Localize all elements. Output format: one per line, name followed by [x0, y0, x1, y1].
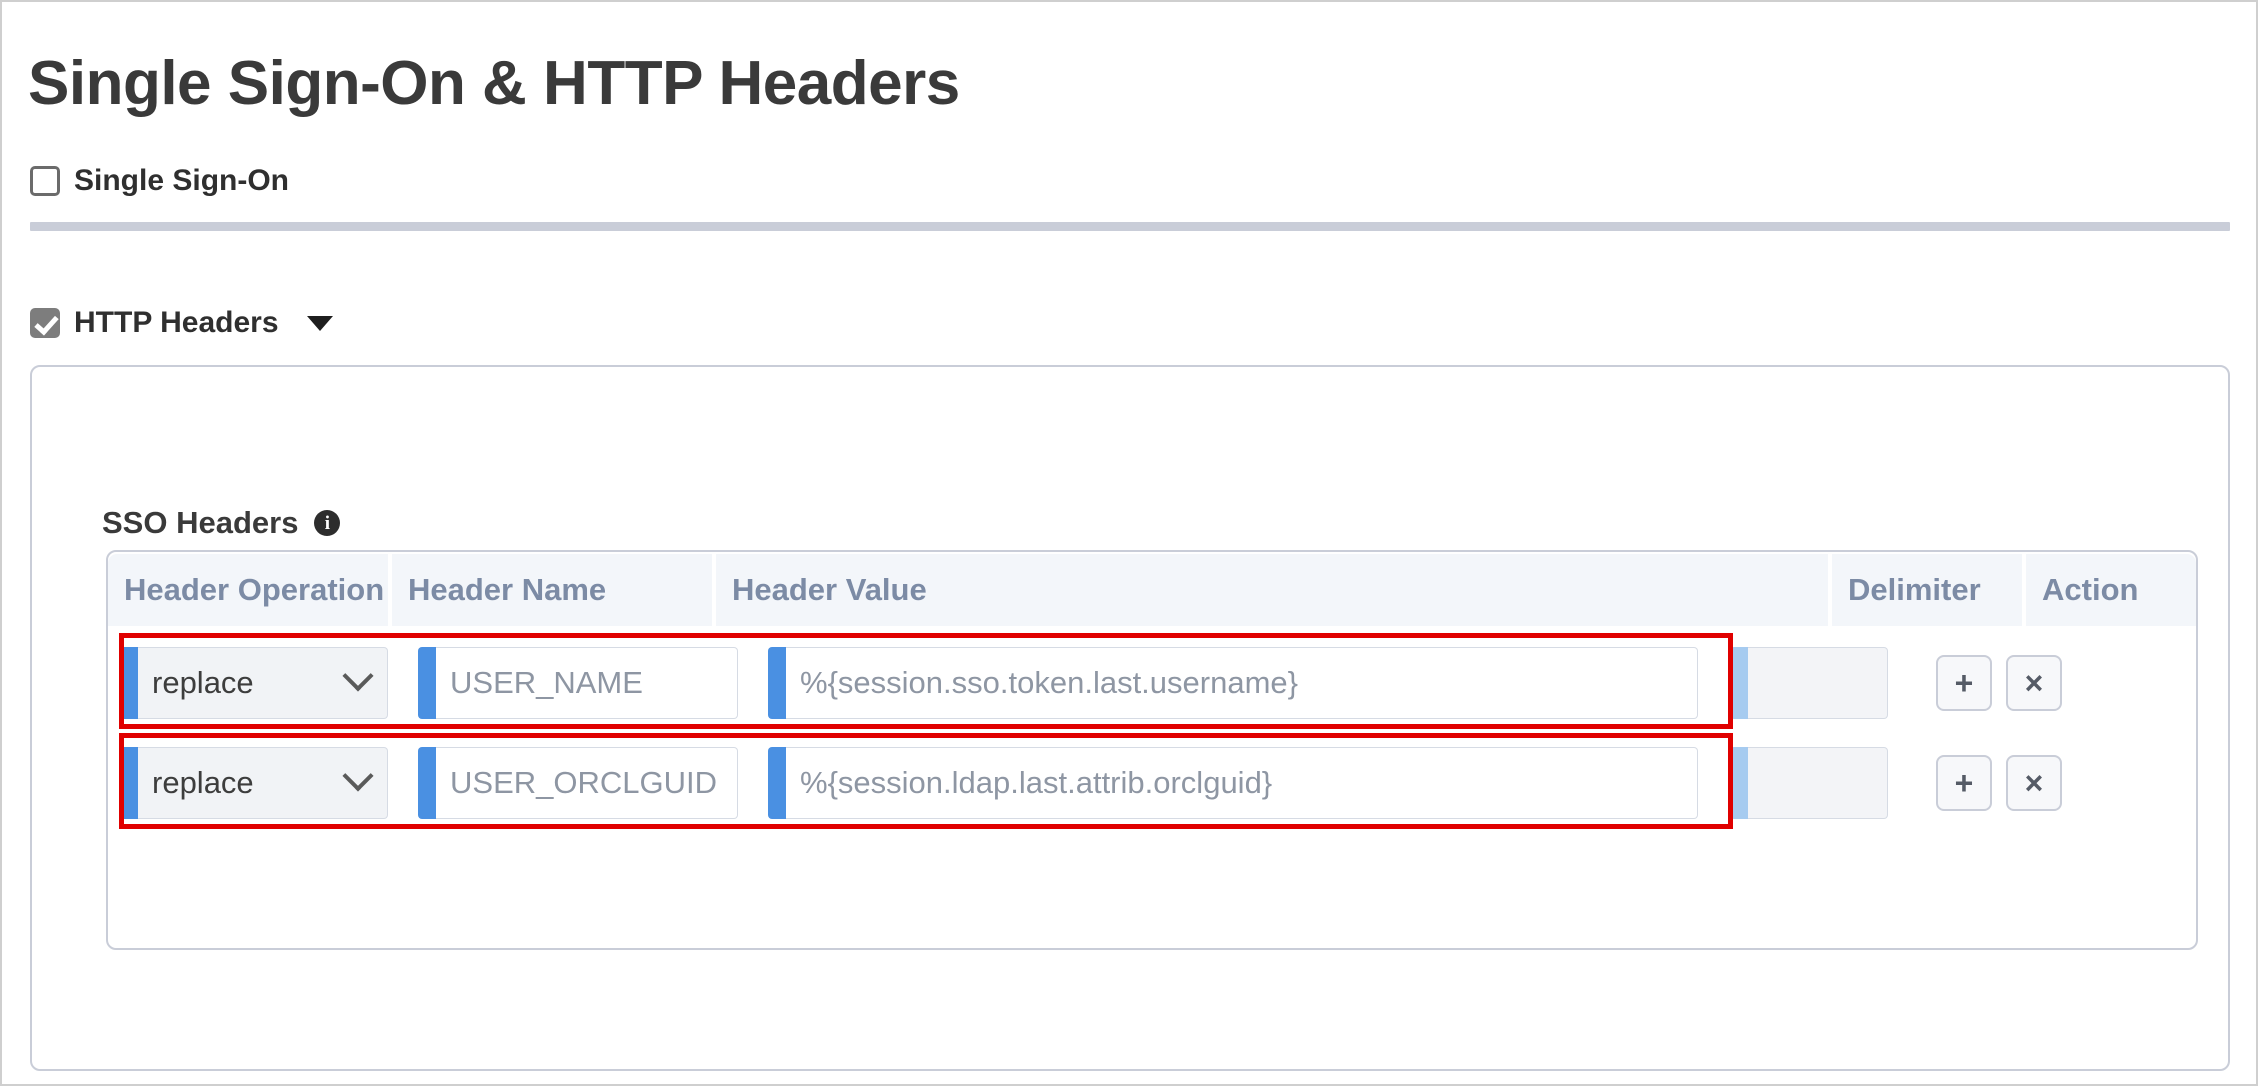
field-accent-bar: [418, 647, 436, 719]
single-sign-on-label: Single Sign-On: [74, 164, 289, 197]
http-headers-label: HTTP Headers: [74, 306, 279, 339]
header-name-value-2[interactable]: USER_ORCLGUID: [436, 747, 738, 819]
add-row-button[interactable]: +: [1936, 655, 1992, 711]
section-divider: [30, 222, 2230, 231]
header-value-input-2[interactable]: %{session.ldap.last.attrib.orclguid}: [768, 747, 1698, 819]
caret-down-icon[interactable]: [306, 315, 333, 331]
header-name-value-1[interactable]: USER_NAME: [436, 647, 738, 719]
http-headers-checkbox[interactable]: [30, 308, 60, 338]
http-headers-panel: SSO Headers i Header Operation Header Na…: [30, 365, 2230, 1071]
add-row-button[interactable]: +: [1936, 755, 1992, 811]
chevron-down-icon[interactable]: [342, 760, 374, 792]
delimiter-value-1[interactable]: [1748, 647, 1888, 719]
column-header-header-name: Header Name: [392, 554, 712, 626]
header-value-value-1[interactable]: %{session.sso.token.last.username}: [786, 647, 1698, 719]
single-sign-on-checkbox[interactable]: [30, 166, 60, 196]
header-operation-select-1[interactable]: replace: [120, 647, 388, 719]
field-accent-bar: [768, 647, 786, 719]
settings-page: Single Sign-On & HTTP Headers Single Sig…: [0, 0, 2258, 1086]
sso-headers-label: SSO Headers: [102, 505, 299, 540]
field-accent-bar: [768, 747, 786, 819]
action-buttons-1: + ×: [1936, 655, 2062, 711]
column-header-header-operation: Header Operation: [108, 554, 388, 626]
header-name-input-1[interactable]: USER_NAME: [418, 647, 738, 719]
field-accent-bar: [418, 747, 436, 819]
info-icon[interactable]: i: [314, 510, 341, 536]
sso-headers-label-group: SSO Headers i: [102, 505, 341, 541]
action-buttons-2: + ×: [1936, 755, 2062, 811]
delimiter-input-1[interactable]: [1730, 647, 1888, 719]
delimiter-value-2[interactable]: [1748, 747, 1888, 819]
header-operation-select-2[interactable]: replace: [120, 747, 388, 819]
header-name-input-2[interactable]: USER_ORCLGUID: [418, 747, 738, 819]
chevron-down-icon[interactable]: [342, 660, 374, 692]
single-sign-on-checkbox-row[interactable]: Single Sign-On: [30, 164, 289, 198]
remove-row-button[interactable]: ×: [2006, 755, 2062, 811]
sso-headers-table: Header Operation Header Name Header Valu…: [106, 550, 2198, 950]
header-value-input-1[interactable]: %{session.sso.token.last.username}: [768, 647, 1698, 719]
field-accent-bar: [1730, 747, 1748, 819]
field-accent-bar: [120, 747, 138, 819]
table-row: replace USER_ORCLGUID %{session.ldap.las…: [108, 733, 2196, 829]
table-header-row: Header Operation Header Name Header Valu…: [108, 552, 2196, 626]
header-operation-value-2: replace: [152, 765, 254, 800]
header-value-value-2[interactable]: %{session.ldap.last.attrib.orclguid}: [786, 747, 1698, 819]
field-accent-bar: [120, 647, 138, 719]
header-operation-value-1: replace: [152, 665, 254, 700]
delimiter-input-2[interactable]: [1730, 747, 1888, 819]
page-title: Single Sign-On & HTTP Headers: [28, 49, 960, 118]
column-header-delimiter: Delimiter: [1832, 554, 2022, 626]
http-headers-checkbox-row[interactable]: HTTP Headers: [30, 306, 333, 340]
column-header-action: Action: [2026, 554, 2196, 626]
table-row: replace USER_NAME %{session.sso.token.la…: [108, 633, 2196, 729]
field-accent-bar: [1730, 647, 1748, 719]
remove-row-button[interactable]: ×: [2006, 655, 2062, 711]
column-header-header-value: Header Value: [716, 554, 1828, 626]
